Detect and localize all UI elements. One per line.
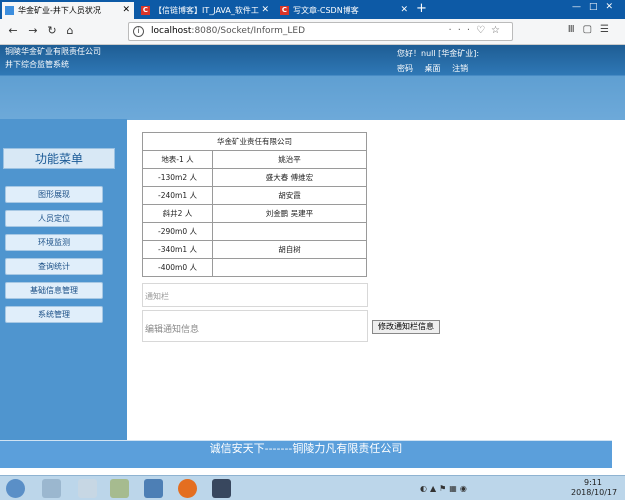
company-name: 铜陵华金矿业有限责任公司 [5,47,101,56]
browser-tab[interactable]: C 写文章-CSDN博客 ✕ [277,2,412,19]
browser-tab-active[interactable]: 华金矿业-井下人员状况 ✕ [2,2,134,19]
notice-edit-field[interactable]: 编辑通知信息 [142,310,368,342]
info-icon[interactable]: i [133,26,144,37]
modify-notice-button[interactable]: 修改通知栏信息 [372,320,440,334]
names-cell [212,222,367,241]
clock-date: 2018/10/17 [571,488,618,497]
browser-nav-bar: ← → ↻ ⌂ i localhost:8080/Socket/Inform_L… [0,19,625,45]
csdn-icon: C [141,6,150,15]
password-link[interactable]: 密码 [397,64,413,73]
location-cell: -130m2 人 [142,168,213,187]
close-tab-icon[interactable]: ✕ [261,2,269,19]
names-cell: 胡自树 [212,240,367,259]
taskbar: ◐▲⚑▦◉ 9:11 2018/10/17 [0,475,625,500]
names-cell [212,258,367,277]
forward-icon[interactable]: → [26,24,40,38]
sidebar: 功能菜单 图形展现 人员定位 环境监测 查询统计 基础信息管理 系统管理 [0,119,127,440]
table-row: -240m1 人 胡安霞 [142,186,367,205]
location-cell: 地表-1 人 [142,150,213,169]
url-path: :8080/Socket/Inform_LED [191,26,306,36]
personnel-table: 华金矿业责任有限公司 地表-1 人 姚治平 -130m2 人 盛大春 傅维宏 -… [142,132,367,277]
table-row: 地表-1 人 姚治平 [142,150,367,169]
table-title: 华金矿业责任有限公司 [142,132,367,151]
location-cell: -290m0 人 [142,222,213,241]
names-cell: 刘金鹏 吴建平 [212,204,367,223]
home-icon[interactable]: ⌂ [63,24,77,38]
url-host: localhost [151,26,192,36]
tab-label: 华金矿业-井下人员状况 [18,6,101,15]
window-controls[interactable]: —□✕ [572,2,621,12]
tool-icon[interactable] [110,479,129,498]
location-cell: -240m1 人 [142,186,213,205]
page-footer: 诚信安天下-------铜陵力凡有限责任公司 [0,440,612,468]
app-icon[interactable] [212,479,231,498]
names-cell: 姚治平 [212,150,367,169]
browser-tab-bar: 华金矿业-井下人员状况 ✕ C 【信链博客】IT_JAVA_软件工 ✕ C 写文… [0,0,625,19]
toolbar-icons[interactable]: Ⅲ▢☰ [568,24,617,35]
table-row: -290m0 人 [142,222,367,241]
tab-label: 写文章-CSDN博客 [293,6,359,15]
names-cell: 胡安霞 [212,186,367,205]
paint-icon[interactable] [42,479,61,498]
table-title-row: 华金矿业责任有限公司 [142,132,367,151]
table-row: 斜井2 人 刘金鹏 吴建平 [142,204,367,223]
table-row: -130m2 人 盛大春 傅维宏 [142,168,367,187]
page-header: 铜陵华金矿业有限责任公司 井下综合监管系统 您好！null [华金矿业]: 密码… [0,45,625,119]
menu-item-basic-info[interactable]: 基础信息管理 [5,282,103,299]
back-icon[interactable]: ← [6,24,20,38]
url-text: localhost:8080/Socket/Inform_LED [151,26,305,36]
desktop-link[interactable]: 桌面 [425,64,441,73]
clock-time: 9:11 [584,478,602,487]
notice-bar: 通知栏 [142,283,368,307]
close-tab-icon[interactable]: ✕ [122,2,130,19]
menu-item-system[interactable]: 系统管理 [5,306,103,323]
new-tab-button[interactable]: + [416,1,427,16]
user-greeting: 您好！null [华金矿业]: [397,49,480,58]
system-name: 井下综合监管系统 [5,60,69,69]
close-tab-icon[interactable]: ✕ [400,2,408,19]
table-row: -400m0 人 [142,258,367,277]
page-action-icons[interactable]: ···♡☆ [449,25,506,36]
names-cell: 盛大春 傅维宏 [212,168,367,187]
location-cell: -340m1 人 [142,240,213,259]
browser-tab[interactable]: C 【信链博客】IT_JAVA_软件工 ✕ [138,2,273,19]
reload-icon[interactable]: ↻ [45,24,59,38]
location-cell: -400m0 人 [142,258,213,277]
csdn-icon: C [280,6,289,15]
table-row: -340m1 人 胡自树 [142,240,367,259]
tab-label: 【信链博客】IT_JAVA_软件工 [154,6,259,15]
start-icon[interactable] [6,479,25,498]
location-cell: 斜井2 人 [142,204,213,223]
logout-link[interactable]: 注销 [452,64,468,73]
main-content: 华金矿业责任有限公司 地表-1 人 姚治平 -130m2 人 盛大春 傅维宏 -… [127,119,625,440]
address-bar[interactable]: i localhost:8080/Socket/Inform_LED ···♡☆ [128,22,513,41]
notepad-icon[interactable] [78,479,97,498]
menu-item-statistics[interactable]: 查询统计 [5,258,103,275]
header-links: 密码 桌面 注销 [397,63,477,74]
firefox-icon[interactable] [178,479,197,498]
page-icon [5,6,14,15]
system-tray-icons[interactable]: ◐▲⚑▦◉ [420,484,470,493]
menu-item-personnel-location[interactable]: 人员定位 [5,210,103,227]
menu-item-environment[interactable]: 环境监测 [5,234,103,251]
menu-item-graphics[interactable]: 图形展现 [5,186,103,203]
menu-title: 功能菜单 [3,148,115,169]
desktop-icon[interactable] [144,479,163,498]
